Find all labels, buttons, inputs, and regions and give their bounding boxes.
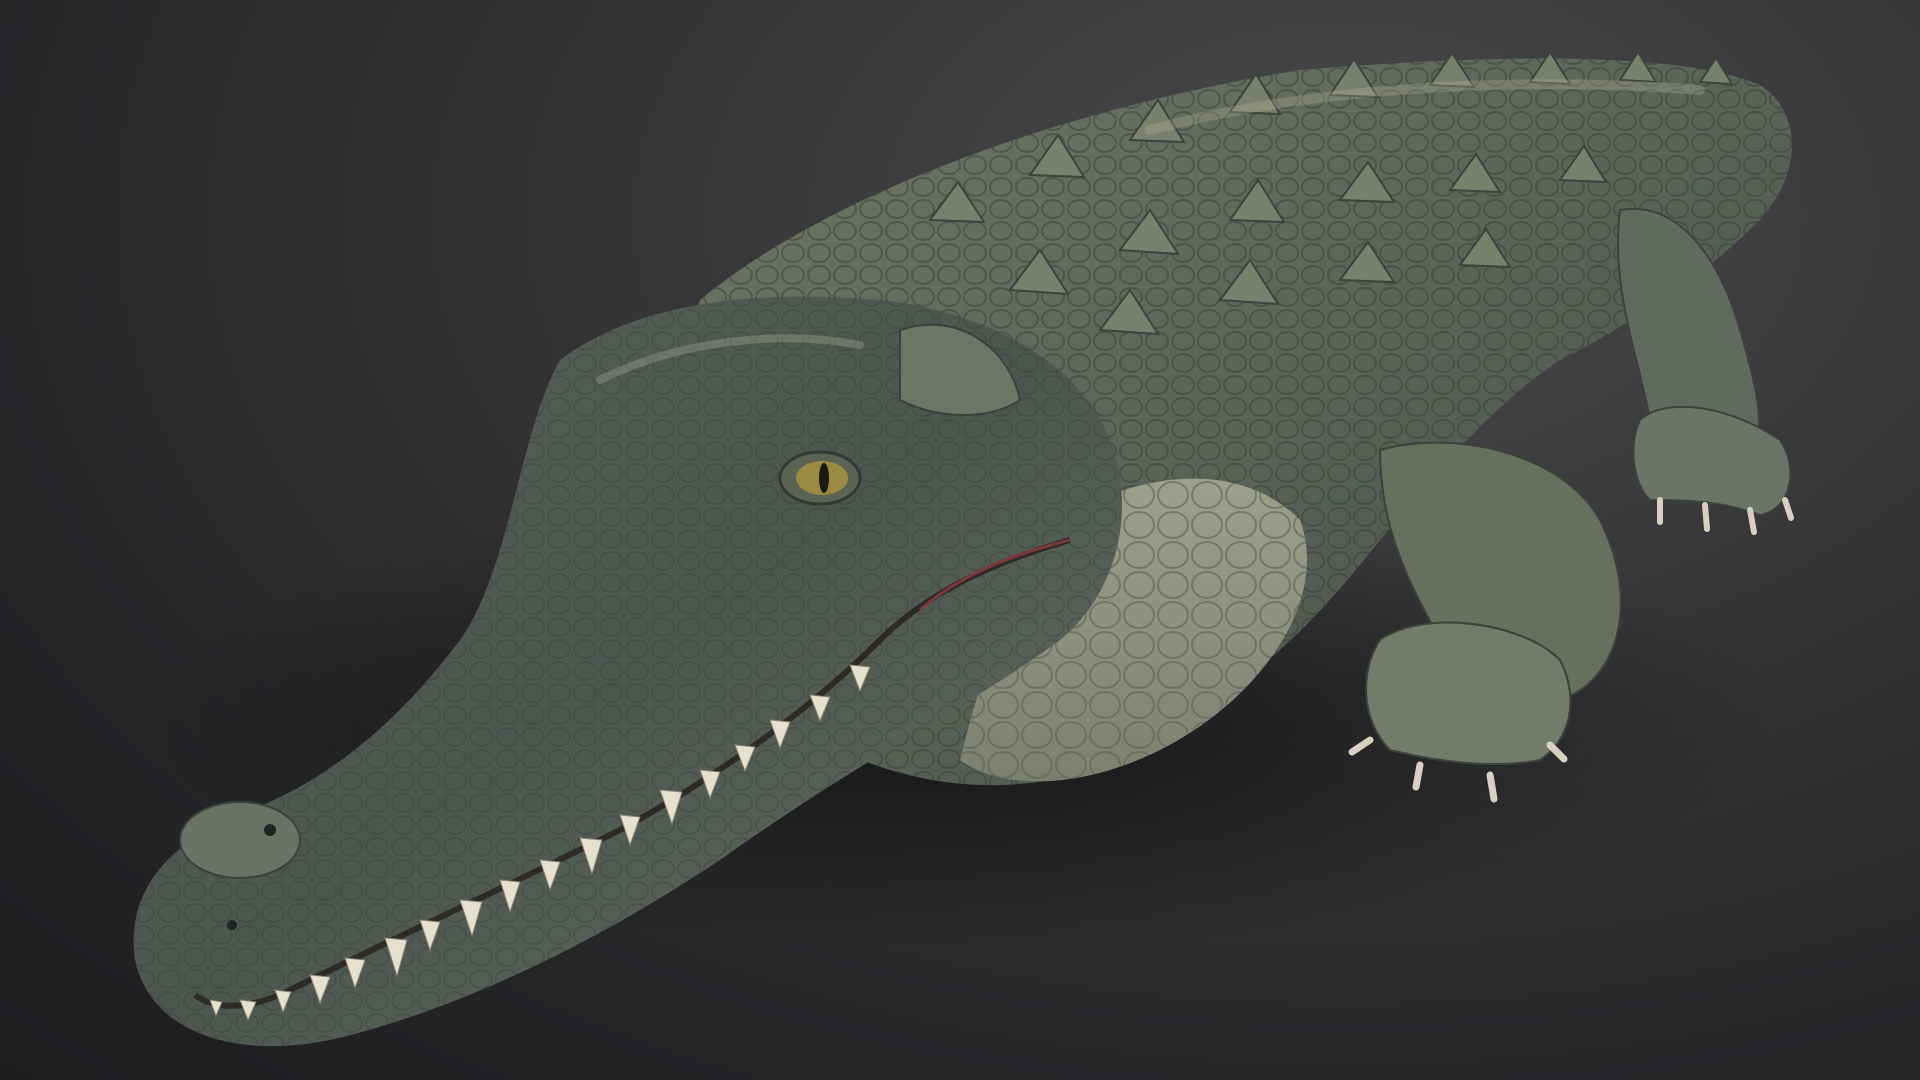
claw [1782,497,1794,521]
crocodile-illustration [133,50,1794,1047]
claw [1486,771,1498,803]
render-scene [0,0,1920,1080]
back-leg [1616,207,1794,535]
eye [778,450,862,506]
claw [1747,507,1757,535]
claw [1702,502,1710,532]
claw [1412,761,1424,791]
